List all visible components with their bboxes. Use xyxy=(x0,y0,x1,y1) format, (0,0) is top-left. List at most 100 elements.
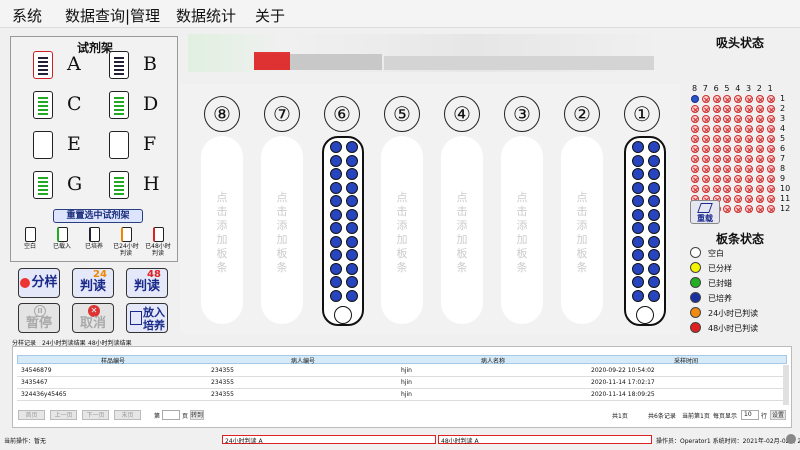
tip-cell[interactable] xyxy=(745,155,753,163)
reset-rack-button[interactable]: 重置选中试剂架 xyxy=(53,209,143,223)
tip-cell[interactable] xyxy=(691,135,699,143)
tip-cell[interactable] xyxy=(712,105,721,113)
tip-cell[interactable] xyxy=(766,125,775,133)
read-24h-button[interactable]: 24 判读 xyxy=(72,268,114,298)
tip-cell[interactable] xyxy=(745,205,753,213)
tip-cell[interactable] xyxy=(745,95,753,103)
tip-cell[interactable] xyxy=(755,135,764,143)
tip-cell[interactable] xyxy=(734,95,743,103)
lane-2-slot[interactable]: 点击添加板条 xyxy=(561,136,603,324)
tip-cell[interactable] xyxy=(734,135,743,143)
tip-cell[interactable] xyxy=(712,95,721,103)
tip-cell[interactable] xyxy=(701,125,710,133)
tip-cell[interactable] xyxy=(734,115,743,123)
cancel-button[interactable]: ✕ 取消 xyxy=(72,303,114,333)
rack-icon-h[interactable] xyxy=(109,171,129,199)
table-row[interactable]: 324436y45465 234355 hjin 2020-11-14 18:0… xyxy=(17,390,787,401)
tip-cell[interactable] xyxy=(691,125,699,133)
tip-cell[interactable] xyxy=(723,185,732,193)
put-in-incubation-button[interactable]: 放入培养 xyxy=(126,303,168,333)
tip-cell[interactable] xyxy=(766,145,775,153)
tip-cell[interactable] xyxy=(766,105,775,113)
last-page-button[interactable]: 末页 xyxy=(114,410,141,420)
menu-about[interactable]: 关于 xyxy=(255,5,285,26)
tip-cell[interactable] xyxy=(701,115,710,123)
tip-cell[interactable] xyxy=(766,115,775,123)
menu-data-query[interactable]: 数据查询|管理 xyxy=(65,5,160,26)
tip-cell[interactable] xyxy=(723,135,732,143)
tip-cell[interactable] xyxy=(755,195,764,203)
menu-statistics[interactable]: 数据统计 xyxy=(176,5,236,26)
tip-cell[interactable] xyxy=(766,165,775,173)
tip-cell[interactable] xyxy=(723,105,732,113)
tip-cell[interactable] xyxy=(755,175,764,183)
tip-cell[interactable] xyxy=(712,115,721,123)
tip-cell[interactable] xyxy=(723,145,732,153)
tip-cell[interactable] xyxy=(712,165,721,173)
lane-7-slot[interactable]: 点击添加板条 xyxy=(261,136,303,324)
tip-cell[interactable] xyxy=(755,115,764,123)
sample-button[interactable]: 分样 xyxy=(18,268,60,298)
tip-cell[interactable] xyxy=(701,165,710,173)
tip-cell[interactable] xyxy=(691,95,699,103)
next-page-button[interactable]: 下一页 xyxy=(82,410,109,420)
lane-5-slot[interactable]: 点击添加板条 xyxy=(381,136,423,324)
tip-cell[interactable] xyxy=(691,175,699,183)
rack-icon-a[interactable] xyxy=(33,51,53,79)
go-page-button[interactable]: 转到 xyxy=(190,410,204,420)
table-row[interactable]: 3435467 234355 hjin 2020-11-14 17:02:17 xyxy=(17,378,787,389)
tip-cell[interactable] xyxy=(755,145,764,153)
tip-cell[interactable] xyxy=(723,155,732,163)
tip-cell[interactable] xyxy=(766,95,775,103)
tip-cell[interactable] xyxy=(723,195,732,203)
tip-cell[interactable] xyxy=(691,145,699,153)
tip-cell[interactable] xyxy=(712,185,721,193)
lane-6-plate-strip[interactable] xyxy=(322,136,364,326)
tip-cell[interactable] xyxy=(766,195,775,203)
lane-1-plate-strip[interactable] xyxy=(624,136,666,326)
tip-cell[interactable] xyxy=(734,145,743,153)
tip-cell[interactable] xyxy=(723,125,732,133)
tip-cell[interactable] xyxy=(734,185,743,193)
set-per-page-button[interactable]: 设置 xyxy=(770,410,786,420)
tip-cell[interactable] xyxy=(766,135,775,143)
tip-cell[interactable] xyxy=(745,135,753,143)
tip-cell[interactable] xyxy=(755,165,764,173)
tip-cell[interactable] xyxy=(691,155,699,163)
tip-cell[interactable] xyxy=(701,95,710,103)
tip-cell[interactable] xyxy=(734,165,743,173)
tip-cell[interactable] xyxy=(766,205,775,213)
tip-cell[interactable] xyxy=(745,185,753,193)
table-row[interactable]: 34546879 234355 hjin 2020-09-22 10:54:02 xyxy=(17,366,787,377)
tip-cell[interactable] xyxy=(745,165,753,173)
tip-cell[interactable] xyxy=(712,145,721,153)
tip-cell[interactable] xyxy=(755,105,764,113)
rack-icon-b[interactable] xyxy=(109,51,129,79)
rack-icon-c[interactable] xyxy=(33,91,53,119)
tip-cell[interactable] xyxy=(755,125,764,133)
tip-cell[interactable] xyxy=(701,185,710,193)
tip-cell[interactable] xyxy=(701,155,710,163)
tip-cell[interactable] xyxy=(723,165,732,173)
tip-cell[interactable] xyxy=(691,165,699,173)
tip-cell[interactable] xyxy=(691,185,699,193)
tip-cell[interactable] xyxy=(734,195,743,203)
rack-icon-g[interactable] xyxy=(33,171,53,199)
tip-cell[interactable] xyxy=(745,145,753,153)
reload-tips-button[interactable]: 重载 xyxy=(690,200,720,224)
tip-cell[interactable] xyxy=(734,125,743,133)
tip-cell[interactable] xyxy=(701,175,710,183)
tip-cell[interactable] xyxy=(745,105,753,113)
tip-cell[interactable] xyxy=(734,205,743,213)
pause-button[interactable]: II 暂停 xyxy=(18,303,60,333)
page-number-input[interactable] xyxy=(162,410,180,420)
tip-cell[interactable] xyxy=(723,205,732,213)
read-48h-button[interactable]: 48 判读 xyxy=(126,268,168,298)
rack-icon-d[interactable] xyxy=(109,91,129,119)
tip-cell[interactable] xyxy=(745,125,753,133)
tip-cell[interactable] xyxy=(712,125,721,133)
tip-cell[interactable] xyxy=(766,185,775,193)
tip-cell[interactable] xyxy=(755,205,764,213)
table-scrollbar[interactable] xyxy=(783,365,789,405)
rack-icon-e[interactable] xyxy=(33,131,53,159)
